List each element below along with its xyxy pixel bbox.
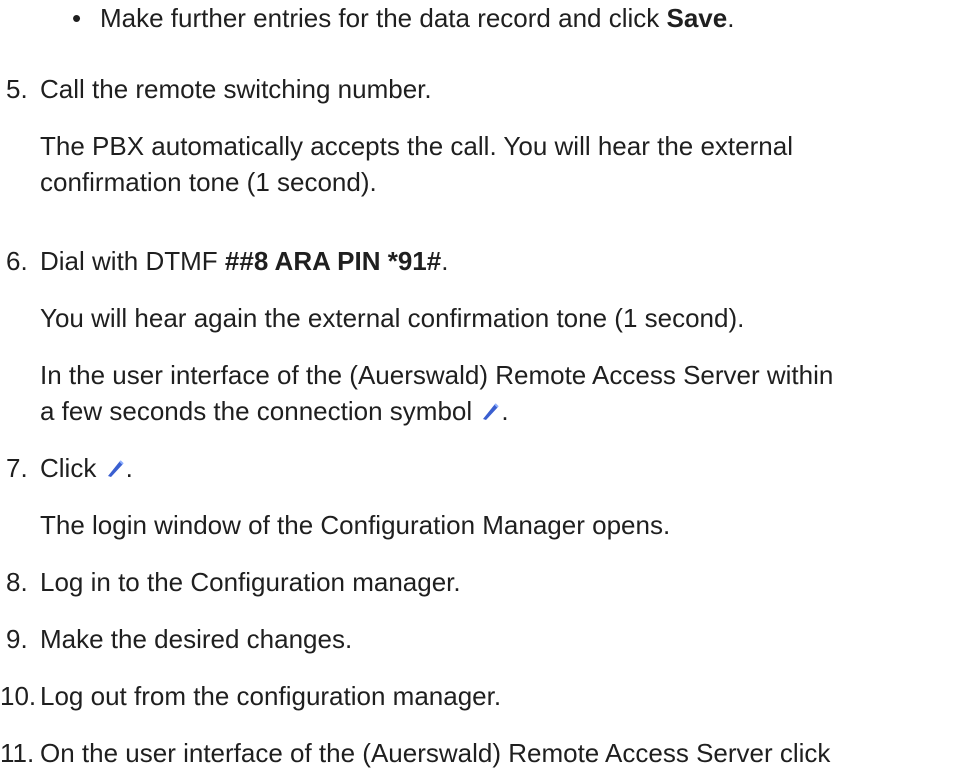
save-label: Save <box>666 3 728 33</box>
step-number: 11. <box>0 738 35 768</box>
bullet-text: Make further entries for the data record… <box>100 3 735 33</box>
step-number: 10. <box>0 681 37 711</box>
step-number: 6. <box>6 246 28 276</box>
bullet-dot: • <box>72 3 82 33</box>
step-text: On the user interface of the (Auerswald)… <box>40 738 831 768</box>
dtmf-code: ##8 ARA PIN *91# <box>224 246 442 276</box>
step-text: Make the desired changes. <box>40 624 353 654</box>
step-text: Log in to the Configuration manager. <box>40 567 461 597</box>
step-number: 9. <box>6 624 28 654</box>
step-text: Log out from the configuration manager. <box>40 681 502 711</box>
step-text: Call the remote switching number. <box>40 74 432 104</box>
step-number: 5. <box>6 74 28 104</box>
step-text: Click . <box>40 450 952 488</box>
connection-plug-icon <box>104 452 126 488</box>
step-number: 8. <box>6 567 28 597</box>
connection-plug-icon <box>479 395 501 431</box>
step-number: 7. <box>6 453 28 483</box>
step-text: Dial with DTMF ##8 ARA PIN *91#. <box>40 246 449 276</box>
